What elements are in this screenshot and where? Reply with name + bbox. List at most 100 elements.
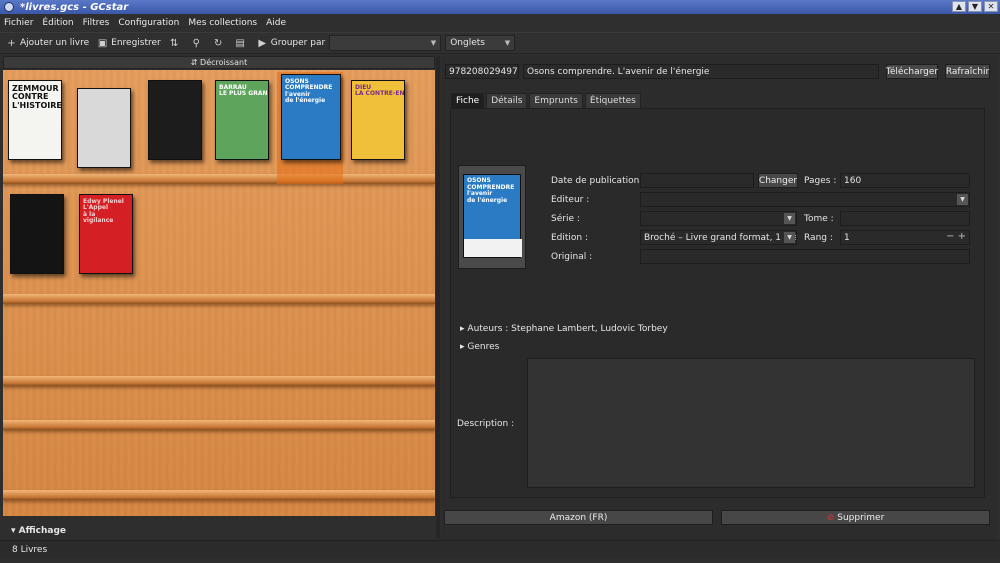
tab-etiquettes[interactable]: Étiquettes (584, 93, 641, 108)
pages-field[interactable]: 160 (840, 173, 970, 188)
tab-details[interactable]: Détails (486, 93, 528, 108)
view-mode-select[interactable]: Onglets ▼ (445, 35, 516, 51)
book-cover-title: ZEMMOUR CONTRE L'HISTOIRE (12, 84, 62, 110)
book-cover-title: DIEU LA CONTRE-ENQUÊTE (355, 84, 405, 98)
original-field[interactable] (640, 249, 970, 264)
display-toggle[interactable]: ▾ Affichage (3, 526, 435, 538)
chevron-down-icon[interactable]: ▼ (957, 194, 968, 205)
menu-mes-collections[interactable]: Mes collections (188, 18, 257, 28)
search-button[interactable]: ⚲ (191, 38, 205, 49)
book-cover-title: BARRAU LE PLUS GRAND DÉFI (219, 84, 268, 98)
original-label: Original : (551, 252, 593, 262)
cover-image[interactable]: OSONS COMPRENDRE l'avenir de l'énergie (458, 165, 526, 269)
title-field[interactable]: Osons comprendre. L'avenir de l'énergie (523, 64, 879, 79)
book-cover-title: Edwy Plenel L'Appel à la vigilance (83, 198, 124, 224)
menu-aide[interactable]: Aide (266, 18, 286, 28)
chevron-down-icon[interactable]: ▼ (784, 232, 795, 243)
expander-right-icon: ▸ (460, 324, 465, 334)
delete-label: Supprimer (837, 512, 885, 523)
authors-expander[interactable]: ▸ Auteurs : Stephane Lambert, Ludovic To… (460, 324, 668, 334)
group-by-select[interactable]: ▼ (329, 35, 442, 51)
download-button[interactable]: Télécharger (886, 64, 938, 79)
shelf-plank (3, 174, 435, 184)
save-label: Enregistrer (111, 38, 161, 48)
genres-expander[interactable]: ▸ Genres (460, 342, 499, 352)
book-cover[interactable]: BARRAU LE PLUS GRAND DÉFI (215, 80, 269, 160)
save-button[interactable]: ▣ Enregistrer (97, 38, 161, 49)
pubdate-field[interactable] (640, 173, 754, 188)
rank-field[interactable]: 1 − + (840, 230, 970, 245)
rank-label: Rang : (804, 233, 833, 243)
expander-down-icon: ▾ (11, 526, 16, 536)
description-field[interactable] (527, 358, 975, 488)
refresh-info-button[interactable]: Rafraîchir (945, 64, 990, 79)
window-icon: ▤ (235, 37, 245, 49)
group-by-toggle[interactable]: ▶ Grouper par (257, 38, 325, 49)
tab-emprunts[interactable]: Emprunts (529, 93, 583, 108)
tab-fiche[interactable]: Fiche (451, 93, 485, 108)
chevron-down-icon: ▼ (430, 39, 437, 47)
rank-value: 1 (844, 232, 850, 243)
book-cover[interactable] (10, 194, 64, 274)
cover-art: OSONS COMPRENDRE l'avenir de l'énergie (463, 174, 522, 258)
volume-field[interactable] (840, 211, 970, 226)
toolbar: + Ajouter un livre ▣ Enregistrer ⇅ ⚲ ↻ ▤… (0, 32, 1000, 54)
pages-label: Pages : (804, 176, 837, 186)
book-cover[interactable]: DIEU LA CONTRE-ENQUÊTE (351, 80, 405, 160)
add-book-button[interactable]: + Ajouter un livre (6, 38, 89, 49)
book-cover[interactable] (148, 80, 202, 160)
plus-icon: + (7, 37, 16, 49)
refresh-button[interactable]: ↻ (213, 38, 227, 49)
edition-label: Edition : (551, 233, 589, 243)
save-icon: ▣ (97, 37, 108, 49)
expander-right-icon: ▸ (460, 342, 465, 352)
add-book-label: Ajouter un livre (20, 38, 90, 48)
sort-icon: ⇵ (190, 58, 198, 67)
delete-button[interactable]: ⊘ Supprimer (721, 510, 990, 525)
book-cover[interactable]: Edwy Plenel L'Appel à la vigilance (79, 194, 133, 274)
settings-button[interactable]: ⇅ (169, 38, 183, 49)
display-button[interactable]: ▤ (235, 38, 249, 49)
sort-label: Décroissant (200, 58, 248, 67)
pane-splitter[interactable] (436, 56, 440, 538)
book-detail-pane: 9782080294975 Osons comprendre. L'avenir… (441, 56, 997, 540)
sort-order-button[interactable]: ⇵ Décroissant (3, 56, 435, 69)
shelf-plank (3, 490, 435, 500)
menu-edition[interactable]: Édition (42, 18, 73, 28)
chevron-down-icon: ▼ (504, 39, 511, 47)
authors-text: Auteurs : Stephane Lambert, Ludovic Torb… (467, 324, 668, 334)
series-label: Série : (551, 214, 580, 224)
publisher-field[interactable]: ▼ (640, 192, 970, 207)
publisher-label: Editeur : (551, 195, 590, 205)
delete-icon: ⊘ (826, 512, 835, 523)
menu-configuration[interactable]: Configuration (118, 18, 179, 28)
edition-value: Broché – Livre grand format, 1 ma (644, 232, 797, 243)
isbn-field[interactable]: 9782080294975 (445, 64, 519, 79)
stepper-icon[interactable]: − + (946, 231, 966, 242)
shelf-plank (3, 376, 435, 386)
search-icon: ⚲ (192, 37, 200, 49)
maximize-button[interactable]: ▼ (968, 1, 982, 12)
book-cover-title: OSONS COMPRENDRE l'avenir de l'énergie (285, 78, 333, 104)
book-cover[interactable] (77, 88, 131, 168)
cover-band (464, 239, 522, 257)
amazon-button[interactable]: Amazon (FR) (444, 510, 713, 525)
menu-filtres[interactable]: Filtres (83, 18, 110, 28)
menu-fichier[interactable]: Fichier (4, 18, 33, 28)
book-cover[interactable]: ZEMMOUR CONTRE L'HISTOIRE (8, 80, 62, 160)
volume-label: Tome : (804, 214, 834, 224)
edition-field[interactable]: Broché – Livre grand format, 1 ma ▼ (640, 230, 797, 245)
book-shelf-pane: ⇵ Décroissant ZEMMOUR CONTRE L'HISTOIRE B… (3, 56, 435, 516)
refresh-icon: ↻ (214, 37, 223, 49)
minimize-button[interactable]: ▲ (952, 1, 966, 12)
genres-text: Genres (467, 342, 500, 352)
play-icon: ▶ (258, 37, 267, 49)
fiche-panel: OSONS COMPRENDRE l'avenir de l'énergie D… (450, 108, 985, 498)
window-menu-icon[interactable] (4, 2, 14, 12)
change-date-button[interactable]: Changer (758, 173, 798, 188)
close-button[interactable]: ✕ (984, 1, 998, 12)
book-cover[interactable]: OSONS COMPRENDRE l'avenir de l'énergie (281, 74, 341, 160)
series-field[interactable]: ▼ (640, 211, 797, 226)
view-mode-value: Onglets (450, 38, 485, 48)
chevron-down-icon[interactable]: ▼ (784, 213, 795, 224)
